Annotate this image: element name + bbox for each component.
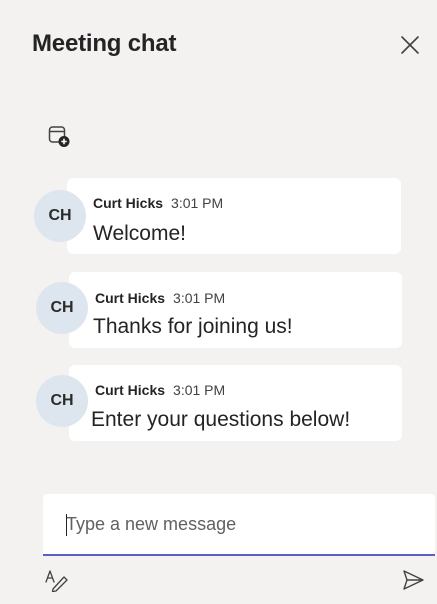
sender-name: Curt Hicks xyxy=(95,290,166,306)
sender-name: Curt Hicks xyxy=(93,195,164,211)
calendar-add-icon[interactable] xyxy=(47,124,71,148)
format-icon[interactable] xyxy=(44,568,70,592)
message-text: Enter your questions below! xyxy=(91,408,351,431)
timestamp: 3:01 PM xyxy=(171,195,224,211)
compose-placeholder[interactable]: Type a new message xyxy=(66,514,236,535)
timestamp: 3:01 PM xyxy=(173,290,226,306)
avatar[interactable]: CH xyxy=(34,190,86,242)
message-item: CH Curt Hicks 3:01 PM Welcome! xyxy=(0,178,437,258)
message-text: Thanks for joining us! xyxy=(93,315,293,338)
chat-header: Meeting chat xyxy=(0,0,437,90)
avatar[interactable]: CH xyxy=(36,282,88,334)
message-compose-box[interactable]: Type a new message xyxy=(43,494,435,556)
message-meta: Curt Hicks 3:01 PM xyxy=(93,195,223,211)
message-meta: Curt Hicks 3:01 PM xyxy=(95,290,225,306)
avatar[interactable]: CH xyxy=(36,375,88,427)
message-text: Welcome! xyxy=(93,222,186,245)
page-title: Meeting chat xyxy=(32,30,177,57)
text-cursor xyxy=(66,514,67,536)
message-item: CH Curt Hicks 3:01 PM Thanks for joining … xyxy=(0,272,437,352)
timestamp: 3:01 PM xyxy=(173,382,226,398)
close-icon[interactable] xyxy=(399,34,421,56)
send-icon[interactable] xyxy=(401,568,425,592)
message-meta: Curt Hicks 3:01 PM xyxy=(95,382,225,398)
sender-name: Curt Hicks xyxy=(95,382,166,398)
message-item: CH Curt Hicks 3:01 PM Enter your question… xyxy=(0,365,437,445)
